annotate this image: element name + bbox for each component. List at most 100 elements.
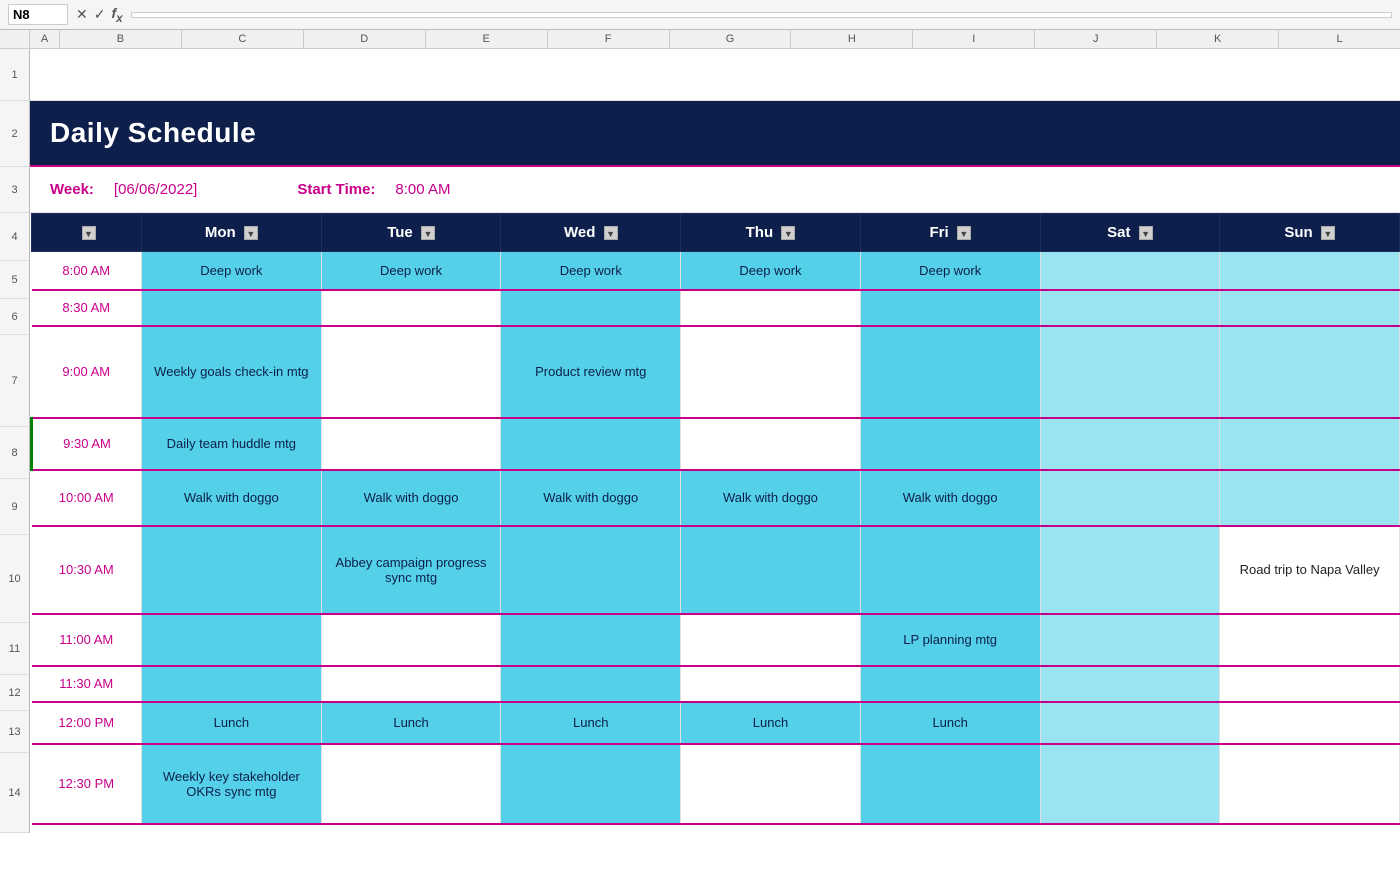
cell-tue-1030[interactable]: Abbey campaign progress sync mtg	[321, 526, 501, 614]
cell-wed-1200[interactable]: Lunch	[501, 702, 681, 744]
cell-fri-1230[interactable]	[860, 744, 1040, 824]
cell-tue-800[interactable]: Deep work	[321, 252, 501, 290]
cell-fri-900[interactable]	[860, 326, 1040, 418]
table-row: 9:30 AM Daily team huddle mtg	[32, 418, 1400, 470]
cell-sun-800[interactable]	[1220, 252, 1400, 290]
cell-mon-1230[interactable]: Weekly key stakeholder OKRs sync mtg	[142, 744, 322, 824]
cell-thu-1100[interactable]	[681, 614, 861, 666]
cell-wed-1100[interactable]	[501, 614, 681, 666]
function-icon[interactable]: fx	[111, 5, 122, 25]
cell-thu-1230[interactable]	[681, 744, 861, 824]
col-header-k[interactable]: K	[1157, 30, 1279, 48]
thu-dropdown[interactable]: ▼	[781, 226, 795, 240]
col-header-c[interactable]: C	[182, 30, 304, 48]
cell-tue-1200[interactable]: Lunch	[321, 702, 501, 744]
col-header-a[interactable]: A	[30, 30, 60, 48]
cell-sun-1130[interactable]	[1220, 666, 1400, 702]
cell-thu-830[interactable]	[681, 290, 861, 326]
cell-tue-1100[interactable]	[321, 614, 501, 666]
cell-wed-930[interactable]	[501, 418, 681, 470]
cell-mon-1200[interactable]: Lunch	[142, 702, 322, 744]
cell-sun-1230[interactable]	[1220, 744, 1400, 824]
cell-thu-1200[interactable]: Lunch	[681, 702, 861, 744]
cell-mon-830[interactable]	[142, 290, 322, 326]
col-header-l[interactable]: L	[1279, 30, 1400, 48]
cell-mon-1030[interactable]	[142, 526, 322, 614]
cell-tue-1130[interactable]	[321, 666, 501, 702]
time-dropdown[interactable]: ▼	[82, 226, 96, 240]
fri-dropdown[interactable]: ▼	[957, 226, 971, 240]
cancel-icon[interactable]: ✕	[76, 6, 88, 23]
cell-fri-1000[interactable]: Walk with doggo	[860, 470, 1040, 526]
cell-fri-1100[interactable]: LP planning mtg	[860, 614, 1040, 666]
cell-wed-1230[interactable]	[501, 744, 681, 824]
cell-sun-930[interactable]	[1220, 418, 1400, 470]
sat-dropdown[interactable]: ▼	[1139, 226, 1153, 240]
cell-mon-1130[interactable]	[142, 666, 322, 702]
row-num-13: 13	[0, 711, 29, 753]
cell-wed-1130[interactable]	[501, 666, 681, 702]
cell-fri-1130[interactable]	[860, 666, 1040, 702]
cell-fri-1200[interactable]: Lunch	[860, 702, 1040, 744]
sun-dropdown[interactable]: ▼	[1321, 226, 1335, 240]
col-header-e[interactable]: E	[426, 30, 548, 48]
cell-tue-930[interactable]	[321, 418, 501, 470]
wed-dropdown[interactable]: ▼	[604, 226, 618, 240]
cell-sat-800[interactable]	[1040, 252, 1220, 290]
row-num-1: 1	[0, 49, 29, 101]
cell-sat-1000[interactable]	[1040, 470, 1220, 526]
cell-thu-1030[interactable]	[681, 526, 861, 614]
cell-sat-1200[interactable]	[1040, 702, 1220, 744]
cell-mon-1100[interactable]	[142, 614, 322, 666]
cell-sun-830[interactable]	[1220, 290, 1400, 326]
formula-input[interactable]	[131, 12, 1392, 18]
cell-sat-1030[interactable]	[1040, 526, 1220, 614]
cell-sat-1230[interactable]	[1040, 744, 1220, 824]
cell-wed-900[interactable]: Product review mtg	[501, 326, 681, 418]
cell-thu-1000[interactable]: Walk with doggo	[681, 470, 861, 526]
cell-sun-900[interactable]	[1220, 326, 1400, 418]
mon-dropdown[interactable]: ▼	[244, 226, 258, 240]
col-header-i[interactable]: I	[913, 30, 1035, 48]
cell-sat-930[interactable]	[1040, 418, 1220, 470]
cell-wed-1000[interactable]: Walk with doggo	[501, 470, 681, 526]
cell-sun-1200[interactable]	[1220, 702, 1400, 744]
col-header-j[interactable]: J	[1035, 30, 1157, 48]
cell-mon-1000[interactable]: Walk with doggo	[142, 470, 322, 526]
cell-reference[interactable]: N8	[8, 4, 68, 25]
col-header-h[interactable]: H	[791, 30, 913, 48]
col-header-d[interactable]: D	[304, 30, 426, 48]
cell-thu-1130[interactable]	[681, 666, 861, 702]
main-area: 1 2 3 4 5 6 7 8 9 10 11 12 13 14 Daily S…	[0, 49, 1400, 833]
cell-wed-1030[interactable]	[501, 526, 681, 614]
col-header-g[interactable]: G	[670, 30, 792, 48]
cell-sat-1100[interactable]	[1040, 614, 1220, 666]
start-time-label: Start Time:	[297, 181, 375, 198]
cell-sat-830[interactable]	[1040, 290, 1220, 326]
cell-fri-1030[interactable]	[860, 526, 1040, 614]
col-header-f[interactable]: F	[548, 30, 670, 48]
cell-fri-930[interactable]	[860, 418, 1040, 470]
cell-sat-900[interactable]	[1040, 326, 1220, 418]
cell-wed-800[interactable]: Deep work	[501, 252, 681, 290]
col-header-b[interactable]: B	[60, 30, 182, 48]
confirm-icon[interactable]: ✓	[94, 6, 106, 23]
cell-sun-1000[interactable]	[1220, 470, 1400, 526]
cell-thu-900[interactable]	[681, 326, 861, 418]
cell-fri-800[interactable]: Deep work	[860, 252, 1040, 290]
cell-thu-930[interactable]	[681, 418, 861, 470]
cell-mon-800[interactable]: Deep work	[142, 252, 322, 290]
cell-tue-900[interactable]	[321, 326, 501, 418]
cell-tue-1230[interactable]	[321, 744, 501, 824]
cell-sat-1130[interactable]	[1040, 666, 1220, 702]
cell-mon-930[interactable]: Daily team huddle mtg	[142, 418, 322, 470]
cell-fri-830[interactable]	[860, 290, 1040, 326]
cell-sun-1100[interactable]	[1220, 614, 1400, 666]
cell-tue-830[interactable]	[321, 290, 501, 326]
cell-mon-900[interactable]: Weekly goals check-in mtg	[142, 326, 322, 418]
cell-sun-1030[interactable]: Road trip to Napa Valley	[1220, 526, 1400, 614]
cell-thu-800[interactable]: Deep work	[681, 252, 861, 290]
cell-wed-830[interactable]	[501, 290, 681, 326]
tue-dropdown[interactable]: ▼	[421, 226, 435, 240]
cell-tue-1000[interactable]: Walk with doggo	[321, 470, 501, 526]
